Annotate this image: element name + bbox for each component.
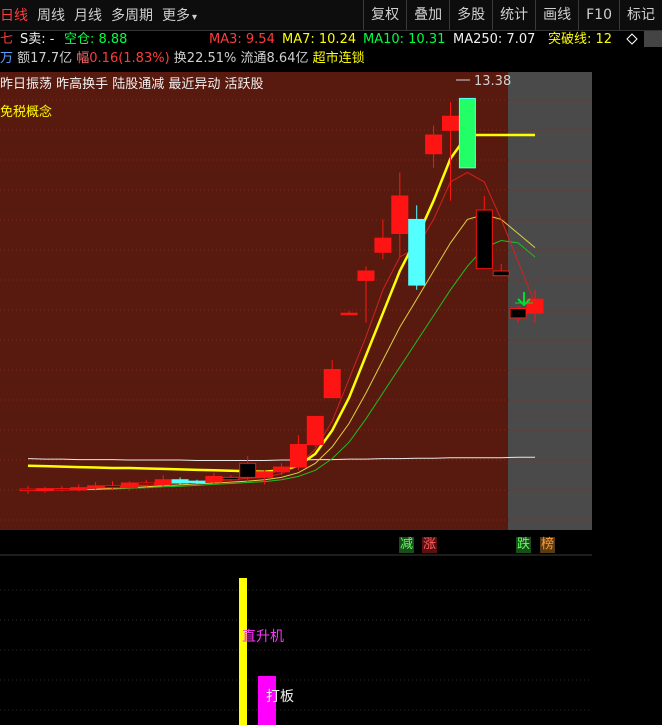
- candle-body: [289, 444, 307, 468]
- candle-body: [256, 471, 274, 478]
- indicator-grid: [0, 589, 592, 711]
- candle: [458, 97, 476, 169]
- signal-fall[interactable]: 跌: [516, 537, 532, 553]
- candle-body: [222, 476, 240, 481]
- candle-body: [492, 270, 510, 277]
- candle-body: [205, 475, 223, 483]
- candle-body: [273, 466, 290, 473]
- candle-body: [442, 115, 459, 131]
- indicator-label-helicopter: 直升机: [242, 629, 284, 645]
- candle-body: [509, 308, 527, 319]
- candle-body: [239, 462, 257, 478]
- candle-body: [458, 97, 476, 169]
- signal-rise[interactable]: 涨: [422, 537, 438, 553]
- candle-body: [70, 487, 88, 491]
- candle-body: [171, 479, 189, 484]
- candle-body: [323, 369, 341, 399]
- tag-line-2: 免税概念: [0, 105, 53, 120]
- candle-body: [391, 195, 409, 234]
- indicator-bar-yellow: [239, 578, 247, 725]
- candle-body: [425, 134, 443, 155]
- candle-body: [306, 415, 324, 446]
- indicator-label-board: 打板: [266, 689, 294, 705]
- candle-body: [36, 488, 54, 492]
- candle-body: [120, 482, 138, 489]
- tag-line-1: 昨日振荡 昨高换手 陆股通减 最近异动 活跃股: [0, 77, 264, 92]
- candle-body: [104, 485, 121, 489]
- high-price-label: 13.38: [474, 74, 511, 89]
- candle-body: [53, 488, 71, 491]
- candle-body: [408, 218, 426, 286]
- signal-reduce[interactable]: 减: [399, 537, 415, 553]
- candle-body: [19, 488, 37, 492]
- candle-body: [87, 485, 105, 489]
- signal-rank[interactable]: 榜: [540, 537, 556, 553]
- candle: [306, 415, 324, 447]
- candle-body: [475, 209, 493, 270]
- candle-body: [154, 479, 172, 486]
- candle-body: [374, 237, 392, 253]
- candle-body: [526, 298, 544, 314]
- candle-body: [188, 480, 206, 484]
- candle-body: [357, 270, 375, 281]
- candle-body: [340, 312, 358, 316]
- candle-body: [137, 482, 155, 486]
- kline-chart[interactable]: 13.38: [0, 0, 662, 725]
